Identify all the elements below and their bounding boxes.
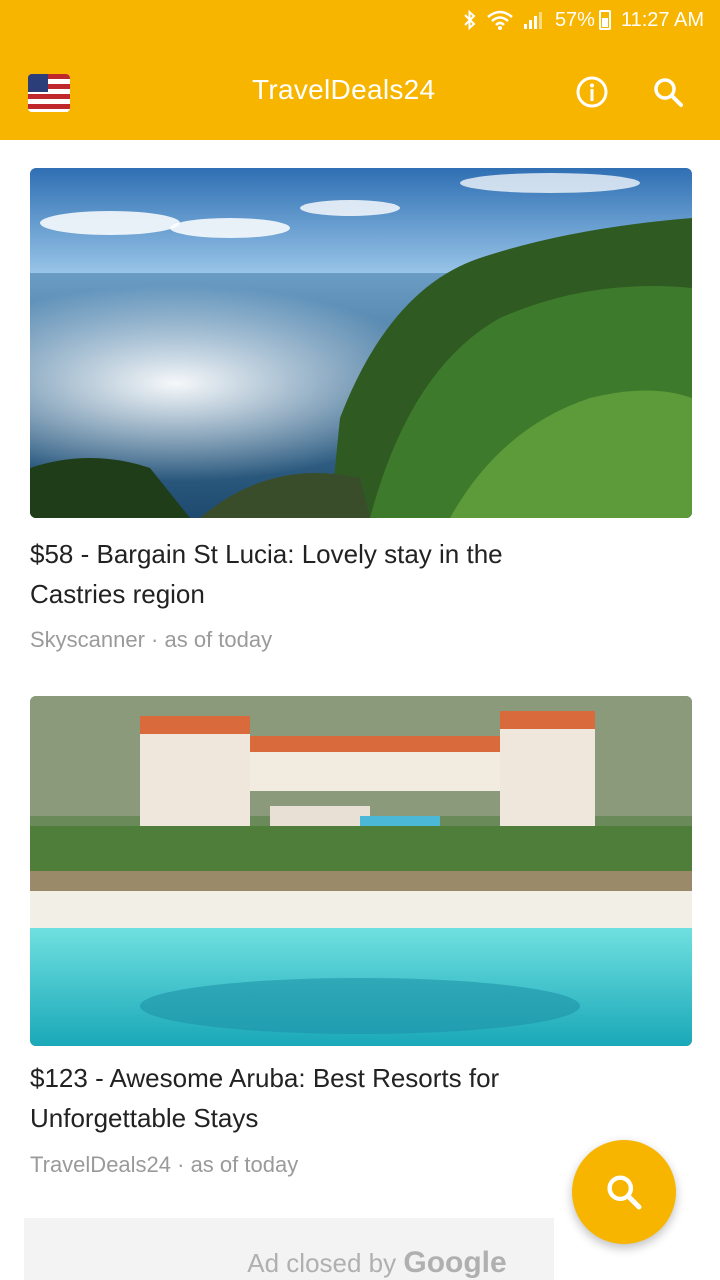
search-button[interactable] [650,74,686,110]
article-source: TravelDeals24 · as of today [30,1152,299,1177]
wifi-icon [487,10,513,30]
article-image-coastline[interactable] [30,168,692,518]
search-icon [607,1175,642,1210]
app-title: TravelDeals24 [252,74,436,105]
bluetooth-icon [463,10,477,30]
us-flag-icon[interactable] [28,74,70,112]
ad-closed-label: Ad closed by [247,1248,404,1278]
article-image-aruba-resort[interactable] [30,696,692,1046]
signal-icon [523,10,545,30]
battery-percent: 57% [554,8,595,31]
article-headline[interactable]: $58 - Bargain St Lucia: Lovely stay in t… [30,534,575,614]
battery-icon [598,10,611,30]
clock: 11:27 AM [620,8,704,31]
info-button[interactable] [574,74,610,110]
status-bar: 57% 11:27 AM [0,0,720,40]
info-icon [576,76,608,108]
ad-closed-text: Ad closed by Google [247,1246,506,1280]
article-source: Skyscanner · as of today [30,627,273,652]
search-icon [654,78,683,107]
ad-brand: Google [403,1246,507,1279]
article-headline[interactable]: $123 - Awesome Aruba: Best Resorts for U… [30,1058,575,1138]
ad-closed-banner[interactable]: Ad closed by Google [24,1218,554,1280]
app-bar: TravelDeals24 [0,40,720,140]
search-fab[interactable] [572,1140,676,1244]
